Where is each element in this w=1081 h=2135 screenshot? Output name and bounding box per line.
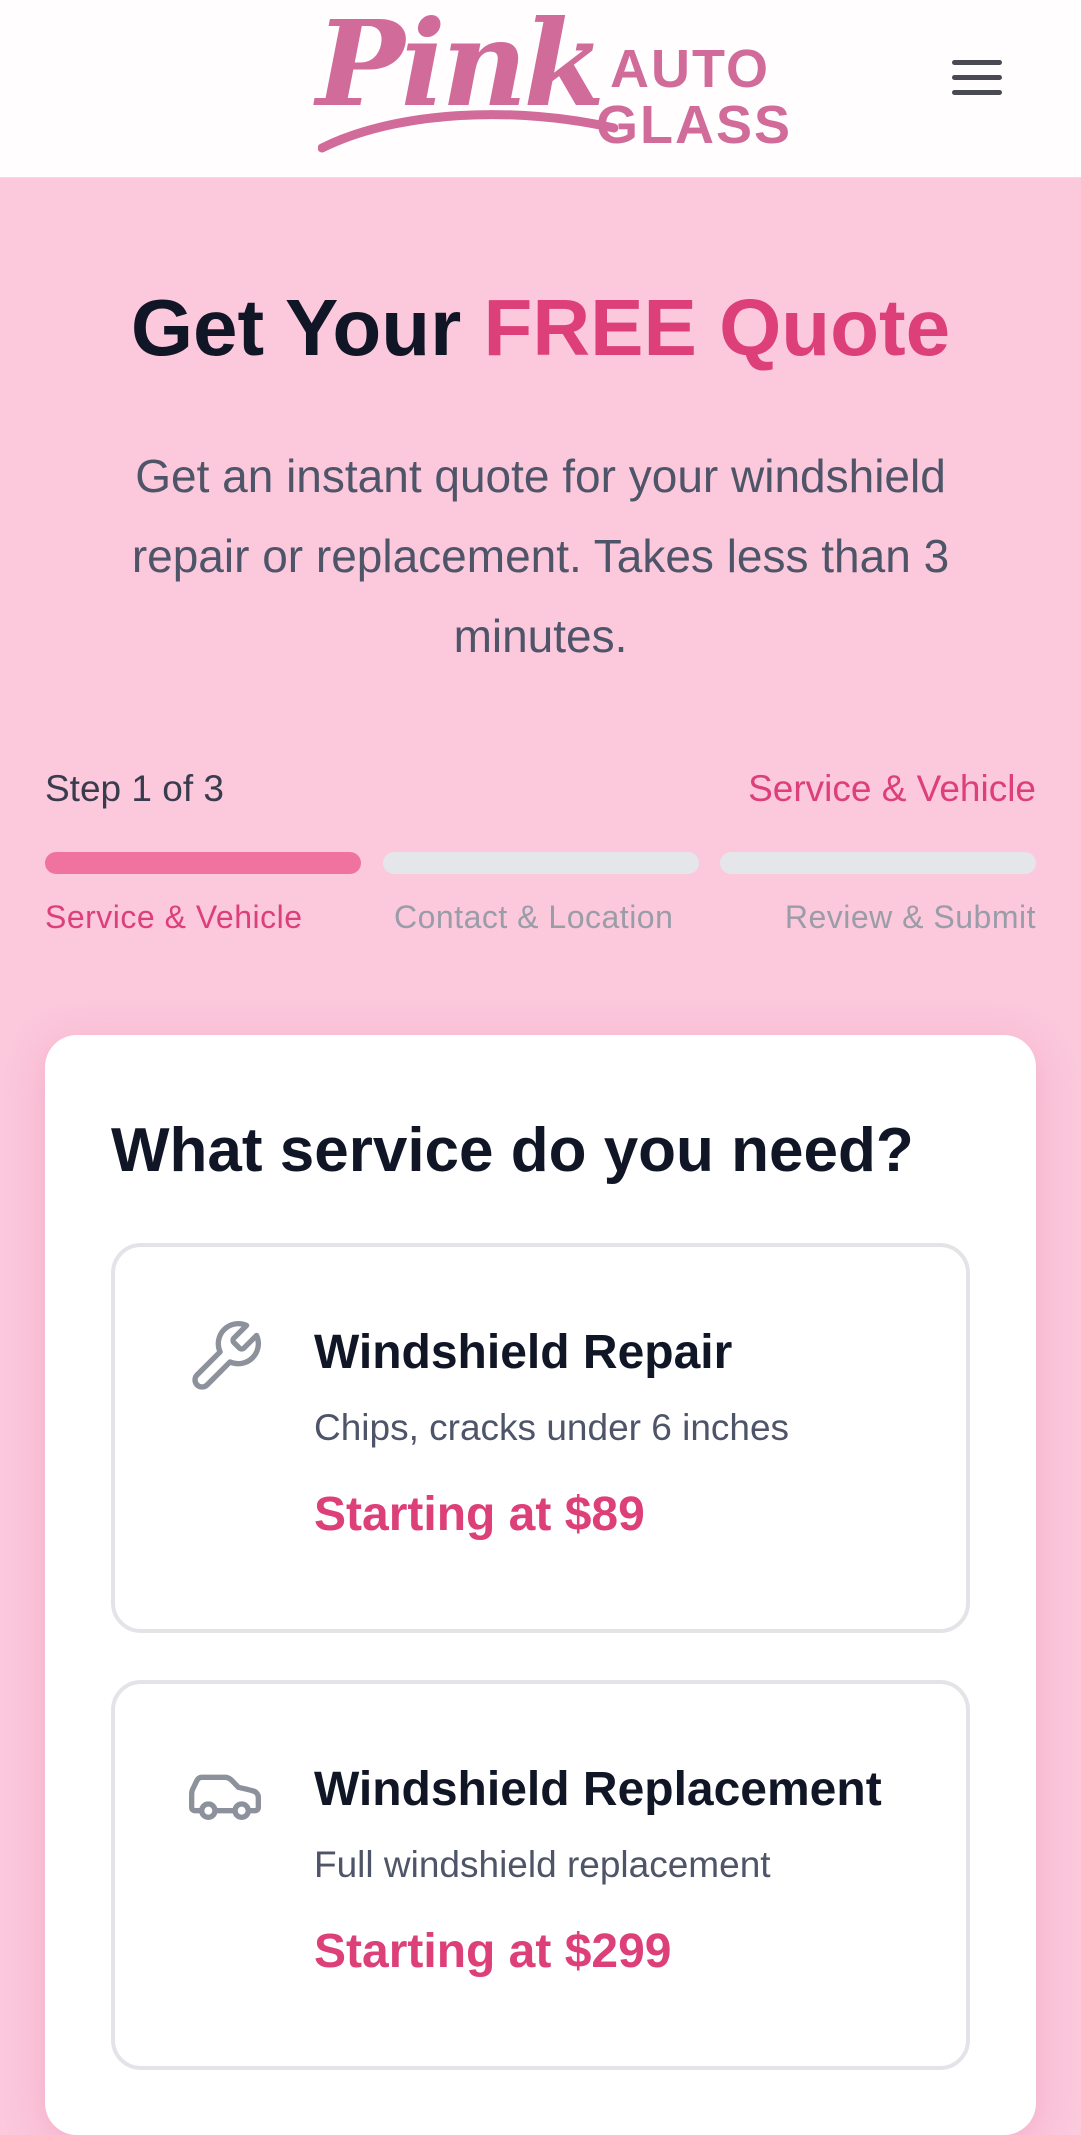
pink-auto-glass-logo[interactable]: Pink AUTO GLASS <box>316 0 790 160</box>
option-windshield-replacement[interactable]: Windshield Replacement Full windshield r… <box>111 1680 970 2070</box>
wrench-icon <box>192 1321 261 1390</box>
car-icon <box>189 1774 262 1820</box>
step-count: Step 1 of 3 <box>45 768 224 809</box>
logo-glass-text: GLASS <box>596 95 793 155</box>
current-step-label: Service & Vehicle <box>748 768 1036 809</box>
option-name: Windshield Repair <box>314 1326 733 1379</box>
option-price: Starting at $299 <box>314 1925 672 1978</box>
step-label-contact-location: Contact & Location <box>394 899 674 935</box>
title-prefix: Get Your <box>130 283 484 372</box>
option-windshield-repair[interactable]: Windshield Repair Chips, cracks under 6 … <box>111 1243 970 1633</box>
logo-auto-text: AUTO <box>610 39 771 99</box>
option-name: Windshield Replacement <box>314 1763 882 1816</box>
service-question: What service do you need? <box>111 1116 914 1185</box>
option-price: Starting at $89 <box>314 1488 645 1541</box>
progress-bar-step-3 <box>720 852 1036 874</box>
service-selection-card: What service do you need? Windshield Rep… <box>45 1035 1036 2135</box>
step-label-service-vehicle: Service & Vehicle <box>45 899 303 935</box>
page-subtitle: Get an instant quote for your windshield… <box>131 450 950 662</box>
progress-bar-step-1 <box>45 852 361 874</box>
title-accent: FREE Quote <box>483 283 951 372</box>
progress-bar-step-2 <box>383 852 699 874</box>
hamburger-menu-icon[interactable] <box>952 60 1008 110</box>
logo-swoosh <box>318 110 618 153</box>
option-description: Chips, cracks under 6 inches <box>314 1407 790 1448</box>
step-label-review-submit: Review & Submit <box>784 899 1036 935</box>
site-header: Pink AUTO GLASS <box>0 0 1081 178</box>
page-title: Get Your FREE Quote <box>0 282 1081 374</box>
option-description: Full windshield replacement <box>314 1844 771 1885</box>
